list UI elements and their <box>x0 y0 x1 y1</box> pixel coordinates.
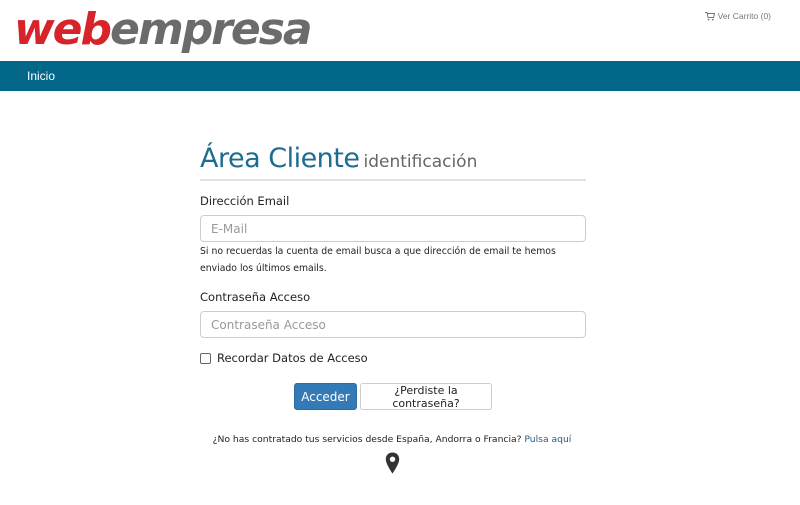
login-panel: Área Cliente identificación Dirección Ema… <box>200 143 586 410</box>
email-label: Dirección Email <box>200 194 290 208</box>
map-marker-icon <box>385 452 400 474</box>
nav-item-inicio[interactable]: Inicio <box>27 61 55 91</box>
email-help-text: Si no recuerdas la cuenta de email busca… <box>200 246 556 274</box>
email-input[interactable] <box>200 215 586 242</box>
shopping-cart-icon <box>704 11 715 20</box>
remember-me[interactable]: Recordar Datos de Acceso <box>200 351 368 365</box>
page-title-main: Área Cliente <box>200 143 360 174</box>
main-navbar: Inicio <box>0 61 800 91</box>
country-notice-link[interactable]: Pulsa aquí <box>524 434 571 445</box>
page-title-sub: identificación <box>363 152 478 172</box>
remember-checkbox[interactable] <box>200 352 211 364</box>
remember-label: Recordar Datos de Acceso <box>217 351 368 365</box>
view-cart-link[interactable]: Ver Carrito (0) <box>704 11 771 21</box>
cart-label: Ver Carrito (0) <box>717 11 771 21</box>
login-button[interactable]: Acceder <box>294 383 357 410</box>
country-notice-text: ¿No has contratado tus servicios desde E… <box>212 434 522 445</box>
country-notice: ¿No has contratado tus servicios desde E… <box>0 434 784 445</box>
forgot-password-button[interactable]: ¿Perdiste la contraseña? <box>360 383 492 410</box>
page-title: Área Cliente identificación <box>200 143 586 181</box>
webempresa-logo[interactable]: webempresa <box>14 4 313 56</box>
password-input[interactable] <box>200 311 586 338</box>
site-header: webempresa Ver Carrito (0) <box>0 0 800 61</box>
password-label: Contraseña Acceso <box>200 290 311 304</box>
